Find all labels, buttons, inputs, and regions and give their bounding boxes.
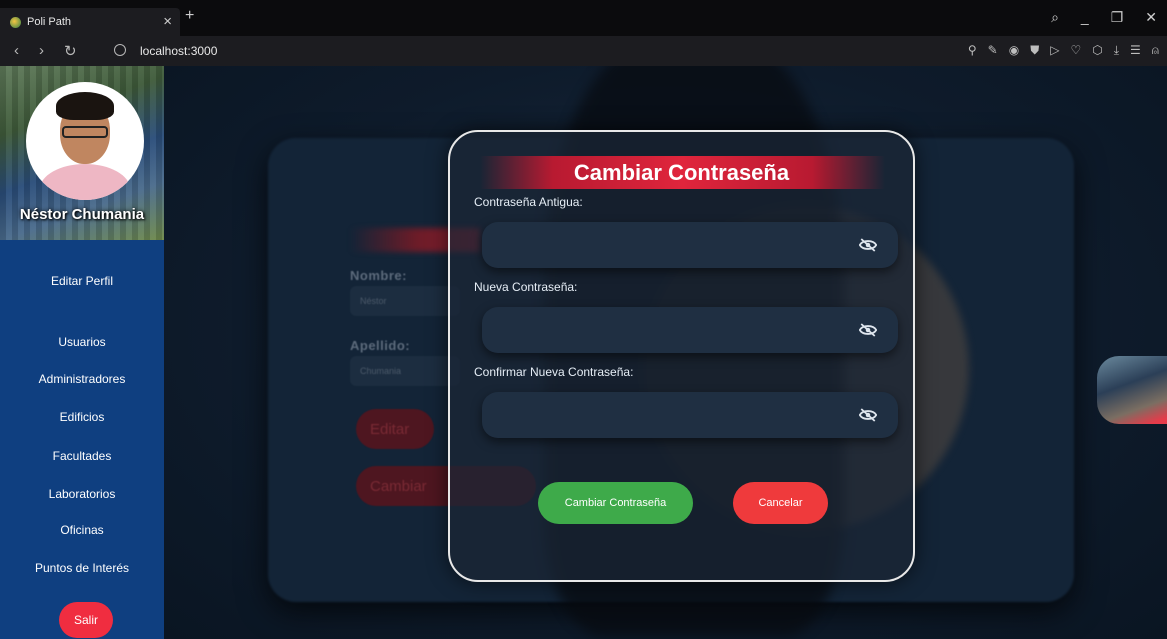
tab-title: Poli Path bbox=[27, 16, 72, 28]
eye-off-icon[interactable] bbox=[859, 238, 877, 252]
sidebar-item-puntos-de-interes[interactable]: Puntos de Interés bbox=[0, 561, 164, 575]
close-tab-icon[interactable]: × bbox=[163, 13, 172, 30]
apellido-label: Apellido: bbox=[350, 338, 411, 353]
camera-icon[interactable]: ◉ bbox=[1009, 43, 1019, 58]
logout-button[interactable]: Salir bbox=[59, 602, 113, 638]
browser-tab-bar: Poli Path × + ⌕ _ ❐ ✕ bbox=[0, 0, 1167, 36]
campus-thumbnail bbox=[1097, 356, 1167, 424]
eye-off-icon[interactable] bbox=[859, 323, 877, 337]
minimize-icon[interactable]: _ bbox=[1081, 9, 1089, 26]
sidebar-item-editar-perfil[interactable]: Editar Perfil bbox=[0, 274, 164, 288]
forward-icon[interactable]: › bbox=[39, 42, 44, 60]
edit-icon[interactable]: ✎ bbox=[988, 43, 998, 58]
modal-title: Cambiar Contraseña bbox=[573, 160, 790, 185]
submit-change-password-button[interactable]: Cambiar Contraseña bbox=[538, 482, 693, 524]
nombre-label: Nombre: bbox=[350, 268, 407, 283]
site-info-icon[interactable] bbox=[114, 44, 126, 56]
sidebar-item-usuarios[interactable]: Usuarios bbox=[0, 335, 164, 349]
new-password-label: Nueva Contraseña: bbox=[474, 280, 578, 294]
browser-tab[interactable]: Poli Path × bbox=[0, 8, 180, 36]
download-icon[interactable]: ⤓ bbox=[1114, 43, 1119, 58]
avatar bbox=[26, 82, 144, 200]
new-password-field[interactable] bbox=[482, 307, 898, 353]
sidebar-item-administradores[interactable]: Administradores bbox=[0, 372, 164, 386]
heart-icon[interactable]: ♡ bbox=[1070, 43, 1081, 58]
cancel-button[interactable]: Cancelar bbox=[733, 482, 828, 524]
old-password-field[interactable] bbox=[482, 222, 898, 268]
menu-icon[interactable]: ☰ bbox=[1130, 43, 1141, 58]
reload-icon[interactable]: ↻ bbox=[64, 42, 77, 60]
shield-icon[interactable]: ⛊ bbox=[1030, 43, 1039, 58]
browser-toolbar: ⚲ ✎ ◉ ⛊ ▷ ♡ ⬡ ⤓ ☰ ⍝ bbox=[968, 43, 1159, 58]
address-bar: ‹ › ↻ localhost:3000 ⚲ ✎ ◉ ⛊ ▷ ♡ ⬡ ⤓ ☰ ⍝ bbox=[0, 36, 1167, 66]
search-icon[interactable]: ⚲ bbox=[968, 43, 977, 58]
user-name: Néstor Chumania bbox=[19, 206, 145, 223]
edit-profile-button: Editar bbox=[356, 409, 434, 449]
change-password-modal: Cambiar Contraseña Contraseña Antigua: N… bbox=[448, 130, 915, 582]
new-tab-icon[interactable]: + bbox=[185, 7, 194, 25]
url-field[interactable]: localhost:3000 bbox=[140, 44, 217, 58]
nav-buttons: ‹ › ↻ bbox=[14, 42, 77, 60]
nombre-field: Néstor bbox=[350, 286, 460, 316]
profile-icon[interactable]: ⍝ bbox=[1152, 43, 1159, 58]
favicon-icon bbox=[10, 16, 21, 28]
window-controls: ⌕ _ ❐ ✕ bbox=[1051, 9, 1157, 26]
apellido-field: Chumania bbox=[350, 356, 460, 386]
sidebar-item-edificios[interactable]: Edificios bbox=[0, 410, 164, 424]
old-password-label: Contraseña Antigua: bbox=[474, 195, 583, 209]
cube-icon[interactable]: ⬡ bbox=[1092, 43, 1102, 58]
search-tabs-icon[interactable]: ⌕ bbox=[1051, 9, 1059, 26]
restore-icon[interactable]: ❐ bbox=[1111, 9, 1124, 26]
close-window-icon[interactable]: ✕ bbox=[1145, 9, 1157, 26]
back-icon[interactable]: ‹ bbox=[14, 42, 19, 60]
sidebar-item-oficinas[interactable]: Oficinas bbox=[0, 523, 164, 537]
confirm-password-field[interactable] bbox=[482, 392, 898, 438]
send-icon[interactable]: ▷ bbox=[1050, 43, 1059, 58]
sidebar-item-facultades[interactable]: Facultades bbox=[0, 449, 164, 463]
sidebar-item-laboratorios[interactable]: Laboratorios bbox=[0, 487, 164, 501]
eye-off-icon[interactable] bbox=[859, 408, 877, 422]
confirm-password-label: Confirmar Nueva Contraseña: bbox=[474, 365, 634, 379]
sidebar: Néstor Chumania Editar Perfil Usuarios A… bbox=[0, 66, 164, 639]
